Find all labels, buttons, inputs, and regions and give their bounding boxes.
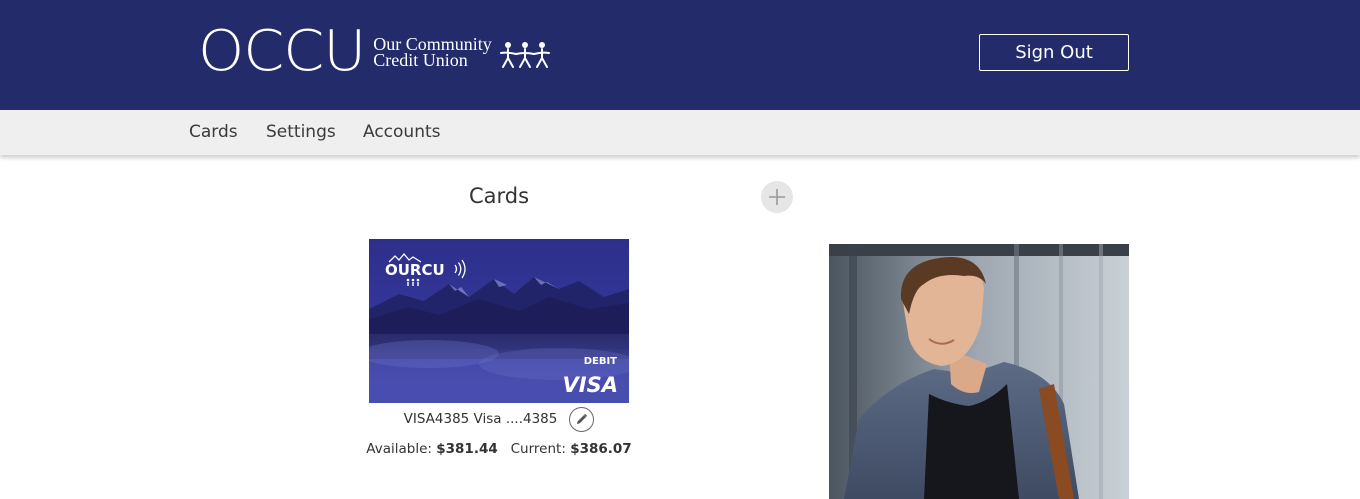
logo-line-2: Credit Union	[373, 50, 468, 70]
current-value: $386.07	[570, 441, 632, 457]
card-brand-logo: OURCU	[385, 261, 445, 279]
plus-icon	[769, 189, 785, 205]
sign-out-button[interactable]: Sign Out	[979, 34, 1129, 71]
nav-bar: Cards Settings Accounts	[0, 110, 1360, 155]
card-balances: Available: $381.44 Current: $386.07	[359, 441, 639, 457]
edit-card-button[interactable]	[569, 406, 595, 432]
pencil-icon	[577, 413, 588, 424]
page-title: Cards	[469, 184, 530, 208]
add-card-button[interactable]	[761, 181, 793, 213]
occu-logo[interactable]: OCCU Our Community Credit Union	[198, 24, 550, 80]
people-icon	[499, 42, 550, 68]
available-label: Available:	[366, 441, 432, 457]
logo-text: Our Community Credit Union	[373, 35, 492, 70]
available-value: $381.44	[436, 441, 498, 457]
nav-item-accounts[interactable]: Accounts	[363, 122, 441, 142]
nav-item-settings[interactable]: Settings	[266, 122, 336, 142]
debit-card-image[interactable]: OURCU DEBIT VISA	[369, 239, 629, 403]
logo-mark: OCCU	[198, 19, 366, 84]
card-type-label: DEBIT	[584, 356, 617, 367]
visa-logo: VISA	[563, 373, 618, 397]
promo-photo	[829, 244, 1129, 499]
card-name-row: VISA4385 Visa ....4385	[369, 405, 629, 433]
card-name: VISA4385 Visa ....4385	[403, 411, 558, 427]
current-label: Current:	[510, 441, 566, 457]
nav-item-cards[interactable]: Cards	[189, 122, 238, 142]
header-bar: OCCU Our Community Credit Union Sign Out	[0, 0, 1360, 110]
